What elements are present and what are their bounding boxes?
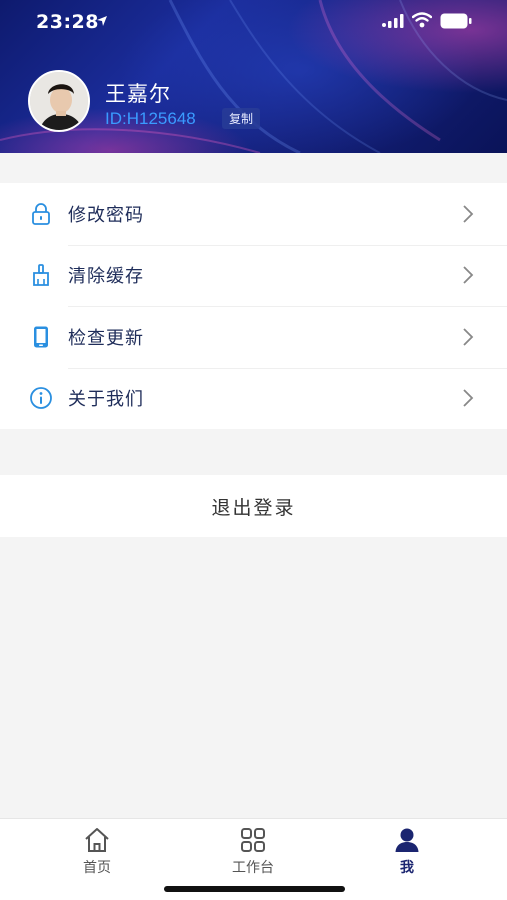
logout-label: 退出登录 [211,496,296,519]
chevron-right-icon [463,389,474,407]
chevron-right-icon [463,266,474,284]
logout-button[interactable]: 退出登录 [0,475,507,537]
menu-item-label: 修改密码 [68,204,144,226]
home-indicator[interactable] [164,886,345,892]
chevron-right-icon [463,205,474,223]
copy-id-button[interactable]: 复制 [222,108,261,129]
phone-icon [34,326,48,348]
user-icon [395,828,419,852]
profile-screen: 23:28 王嘉尔 ID:H125648 复制 修改密码 清除缓存 检查更新 关… [0,0,507,900]
profile-header: 23:28 王嘉尔 ID:H125648 复制 [0,0,507,153]
profile-name: 王嘉尔 [105,82,171,106]
menu-item-clear-cache[interactable]: 清除缓存 [0,244,507,306]
battery-icon [440,13,472,29]
tab-me[interactable]: 我 [367,827,447,877]
broom-icon [33,264,49,287]
tab-label: 工作台 [232,860,274,876]
tab-workbench[interactable]: 工作台 [213,827,293,877]
info-icon [30,387,52,410]
avatar[interactable] [28,70,90,132]
chevron-right-icon [463,328,474,346]
menu-item-label: 清除缓存 [68,266,144,288]
menu-item-about-us[interactable]: 关于我们 [0,367,507,429]
tab-label: 我 [400,860,414,876]
menu-item-label: 检查更新 [68,327,144,349]
tab-home[interactable]: 首页 [57,827,137,877]
tab-label: 首页 [83,860,111,876]
status-time: 23:28 [36,11,99,33]
menu-item-change-password[interactable]: 修改密码 [0,183,507,245]
wifi-icon [412,12,432,28]
location-arrow-icon [97,16,107,26]
grid-icon [241,828,265,852]
lock-icon [32,202,50,225]
menu-item-check-update[interactable]: 检查更新 [0,306,507,368]
profile-id: ID:H125648 [105,109,196,128]
settings-menu: 修改密码 清除缓存 检查更新 关于我们 [0,183,507,429]
menu-item-label: 关于我们 [68,389,144,411]
cellular-signal-icon [382,14,404,28]
home-icon [85,828,109,852]
status-bar: 23:28 [0,0,507,44]
